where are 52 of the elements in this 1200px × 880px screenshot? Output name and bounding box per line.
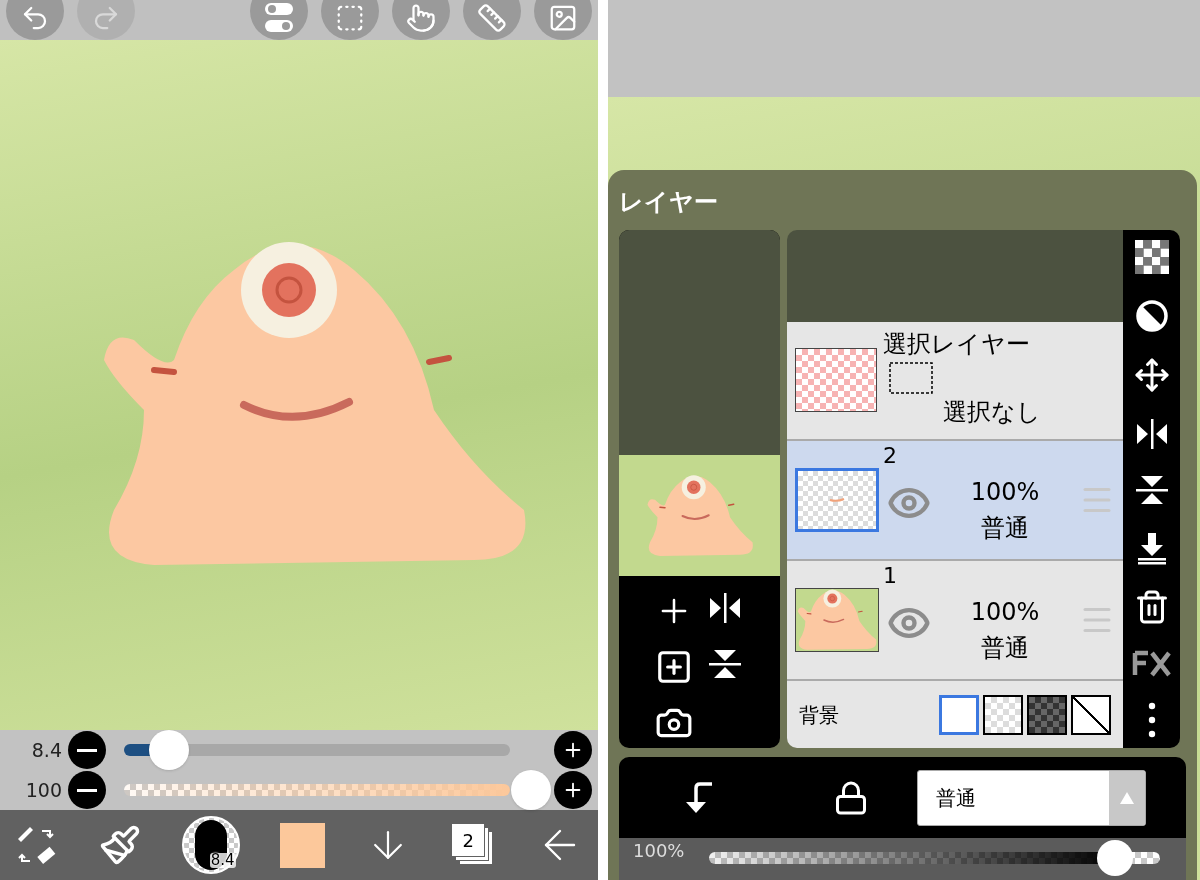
layer-opacity: 100%	[970, 477, 1040, 508]
up-triangle-icon	[1120, 791, 1134, 804]
panel-title: レイヤー	[619, 187, 719, 218]
layer-row[interactable]: 1 100% 普通	[787, 561, 1123, 681]
layer-opacity: 100%	[970, 597, 1040, 628]
flip-vertical-icon	[1134, 474, 1169, 506]
blend-mode-select[interactable]: 普通	[917, 769, 1146, 826]
layer-number: 2	[883, 442, 898, 467]
brush-icon[interactable]	[98, 824, 141, 866]
selection-layer-row[interactable]: 選択レイヤー 選択なし	[787, 322, 1123, 441]
minus-icon	[77, 788, 97, 792]
flip-vertical-icon	[707, 648, 742, 680]
background-option[interactable]	[1027, 694, 1067, 735]
toggles-icon	[264, 1, 294, 35]
stroke-drawing	[829, 497, 845, 503]
flip-horizontal-icon	[707, 592, 742, 624]
pointing-hand-icon	[406, 3, 436, 33]
opacity-reading: 100%	[633, 840, 686, 863]
more-icon	[1147, 702, 1156, 738]
layer-number: 1	[883, 562, 898, 587]
half-circle-icon	[1134, 298, 1169, 333]
brush-size-label: 8.4	[209, 853, 236, 868]
background-option[interactable]	[1071, 694, 1111, 735]
slider-thumb[interactable]	[148, 730, 189, 770]
layer-row[interactable]: 2 100% 普通	[787, 441, 1123, 561]
layer-name: 選択レイヤー	[883, 329, 1031, 360]
dashed-square-icon	[335, 3, 365, 33]
background-label: 背景	[799, 701, 840, 729]
decrease-button[interactable]	[68, 731, 106, 769]
move-icon[interactable]	[1133, 357, 1170, 393]
fx-icon	[1131, 649, 1172, 678]
slider-reading: 100	[24, 777, 63, 803]
decrease-button[interactable]	[68, 771, 106, 809]
background-option[interactable]	[983, 694, 1023, 735]
blend-mode: 普通	[981, 633, 1029, 664]
selection-status: 選択なし	[943, 397, 1042, 428]
color-swatch[interactable]	[280, 822, 326, 868]
image-icon	[548, 3, 578, 33]
blend-mode-value: 普通	[935, 784, 977, 812]
slider-reading: 8.4	[30, 737, 63, 763]
brush-preview[interactable]: 8.4	[181, 816, 240, 874]
slider-thumb[interactable]	[511, 770, 551, 810]
alpha-lock-icon[interactable]	[833, 779, 869, 816]
blend-mode: 普通	[981, 513, 1029, 544]
dashed-rectangle-icon	[889, 362, 933, 394]
increase-button[interactable]	[554, 731, 592, 769]
ruler-icon	[477, 3, 507, 33]
minus-icon	[77, 748, 97, 752]
opacity-thumb[interactable]	[1096, 840, 1133, 876]
transparency-icon	[1134, 240, 1169, 274]
increase-button[interactable]	[554, 771, 592, 809]
flip-horizontal-icon	[1134, 417, 1169, 450]
